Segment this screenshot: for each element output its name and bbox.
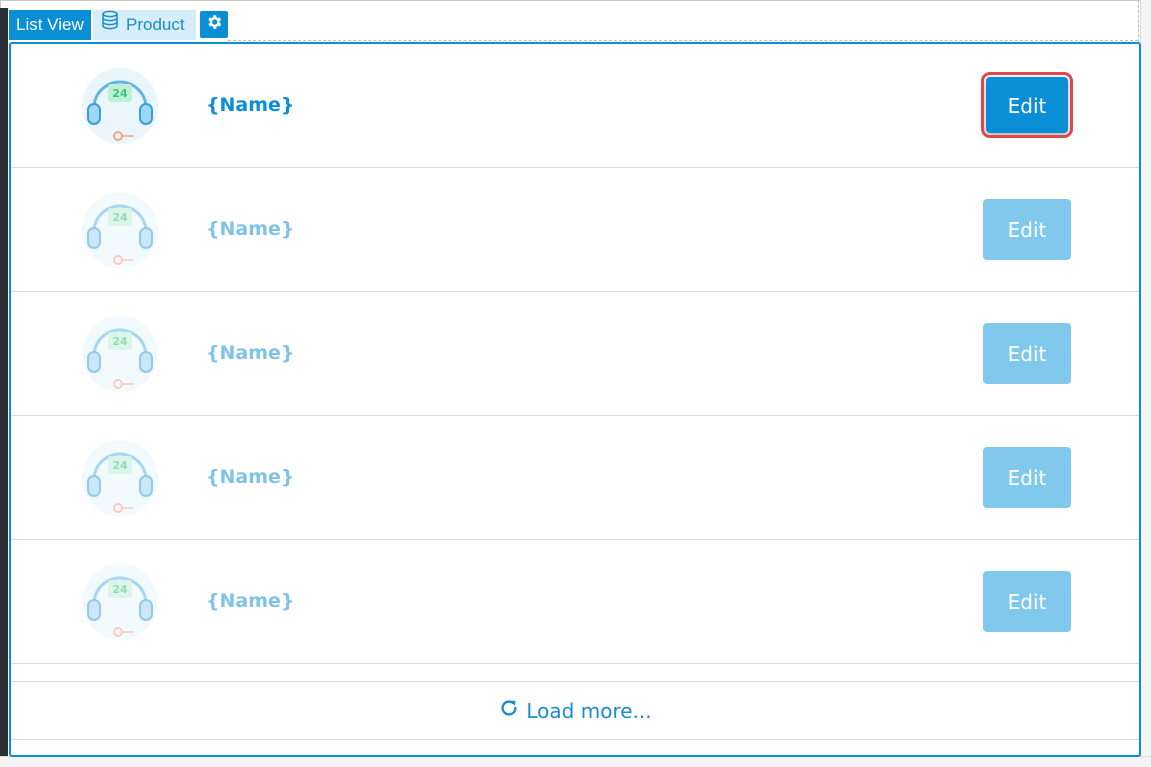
avatar-badge: 24	[112, 211, 128, 224]
item-name: {Name}	[206, 590, 295, 612]
container-guide-horizontal	[228, 40, 1138, 41]
list-item[interactable]: 24 {Name} Edit	[11, 44, 1139, 168]
headset-support-icon: 24	[80, 562, 160, 642]
headset-support-icon: 24	[80, 438, 160, 518]
list-item[interactable]: 24 {Name} Edit	[11, 416, 1139, 540]
list-view-tab[interactable]: List View	[9, 10, 91, 40]
vertical-scrollbar[interactable]	[1140, 0, 1151, 766]
edit-button[interactable]: Edit	[983, 447, 1071, 508]
settings-button[interactable]	[200, 11, 228, 38]
container-guide-vertical	[1138, 0, 1139, 42]
database-icon	[101, 10, 119, 40]
list-divider	[11, 664, 1139, 682]
refresh-icon	[498, 697, 520, 724]
avatar-badge: 24	[112, 583, 128, 596]
load-more-button[interactable]: Load more...	[11, 682, 1139, 740]
list-item[interactable]: 24 {Name} Edit	[11, 168, 1139, 292]
item-name: {Name}	[206, 94, 295, 116]
list-item[interactable]: 24 {Name} Edit	[11, 292, 1139, 416]
edit-button[interactable]: Edit	[983, 571, 1071, 632]
list-view: 24 {Name} Edit 24 {Name} Edit 24 {Name} …	[9, 42, 1141, 757]
item-name: {Name}	[206, 342, 295, 364]
headset-support-icon: 24	[80, 190, 160, 270]
headset-support-icon: 24	[80, 314, 160, 394]
canvas-left-edge	[0, 8, 8, 760]
horizontal-scrollbar[interactable]	[0, 756, 1151, 767]
datasource-label: Product	[126, 15, 185, 34]
headset-support-icon: 24	[80, 66, 160, 146]
avatar-badge: 24	[112, 459, 128, 472]
list-item[interactable]: 24 {Name} Edit	[11, 540, 1139, 664]
item-name: {Name}	[206, 466, 295, 488]
item-name: {Name}	[206, 218, 295, 240]
edit-button[interactable]: Edit	[981, 72, 1073, 138]
edit-button[interactable]: Edit	[983, 323, 1071, 384]
edit-button[interactable]: Edit	[983, 199, 1071, 260]
avatar-badge: 24	[112, 335, 128, 348]
datasource-tab[interactable]: Product	[93, 10, 196, 40]
avatar-badge: 24	[112, 87, 128, 100]
load-more-label: Load more...	[526, 698, 652, 723]
gear-icon	[205, 13, 223, 36]
